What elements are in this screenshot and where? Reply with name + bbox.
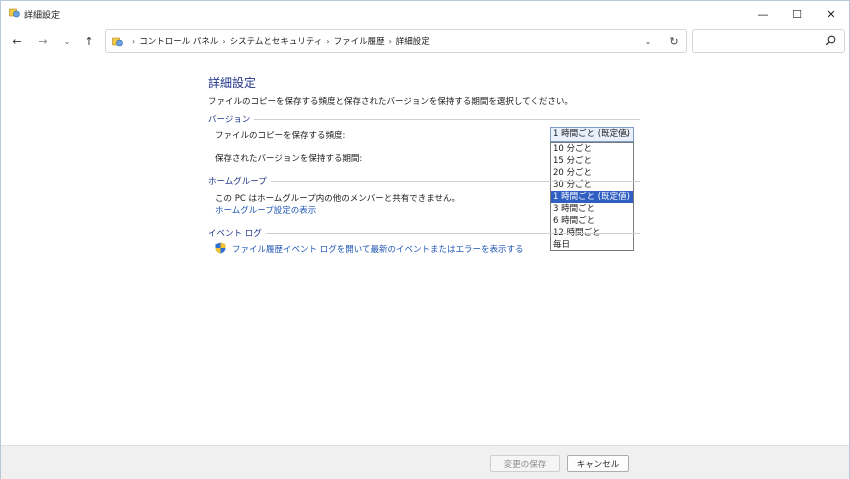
homegroup-header-label: ホームグループ (208, 177, 267, 187)
cancel-button[interactable]: キャンセル (567, 455, 629, 472)
page-description: ファイルのコピーを保存する頻度と保存されたバージョンを保持する期間を選択してくだ… (208, 97, 573, 107)
footer-bar: 変更の保存 キャンセル (1, 445, 849, 479)
save-frequency-option[interactable]: 1 時間ごと (既定値) (551, 191, 633, 203)
breadcrumb-separator-icon: › (132, 36, 136, 46)
search-input[interactable] (692, 29, 845, 53)
minimize-button[interactable]: — (746, 1, 780, 27)
open-event-log-link[interactable]: ファイル履歴イベント ログを開いて最新のイベントまたはエラーを表示する (232, 243, 523, 255)
control-panel-icon (9, 8, 20, 18)
eventlog-header-label: イベント ログ (208, 229, 262, 239)
breadcrumb-separator-icon[interactable]: › (222, 37, 225, 46)
up-arrow-icon[interactable]: ↑ (80, 33, 98, 49)
forward-arrow-icon[interactable]: → (34, 33, 52, 49)
save-frequency-option[interactable]: 毎日 (551, 239, 633, 251)
eventlog-group-header: イベント ログ (208, 227, 640, 239)
breadcrumb: › コントロール パネル › システムとセキュリティ › ファイル履歴 › 詳細… (128, 35, 430, 48)
uac-shield-icon (215, 242, 226, 254)
divider (270, 180, 640, 182)
file-history-advanced-settings-window: 詳細設定 — ☐ ✕ ← → ⌄ ↑ › コントロール パネル › システムとセ… (0, 0, 850, 479)
save-changes-button[interactable]: 変更の保存 (490, 455, 560, 472)
save-frequency-option[interactable]: 10 分ごと (551, 143, 633, 155)
versions-header-label: バージョン (208, 115, 251, 125)
divider (254, 118, 640, 120)
save-frequency-option[interactable]: 3 時間ごと (551, 203, 633, 215)
control-panel-icon (112, 37, 123, 47)
recent-locations-chevron-icon[interactable]: ⌄ (58, 33, 76, 49)
homegroup-group-header: ホームグループ (208, 175, 640, 187)
breadcrumb-item-control-panel[interactable]: コントロール パネル (139, 35, 218, 47)
maximize-button[interactable]: ☐ (780, 1, 814, 27)
breadcrumb-separator-icon[interactable]: › (389, 37, 392, 46)
window-title: 詳細設定 (24, 11, 61, 21)
keep-versions-label: 保存されたバージョンを保持する期間: (215, 154, 363, 164)
back-arrow-icon[interactable]: ← (8, 33, 26, 49)
chevron-down-icon: ⌄ (624, 130, 630, 138)
main-content: 詳細設定 ファイルのコピーを保存する頻度と保存されたバージョンを保持する期間を選… (1, 57, 849, 445)
save-frequency-option[interactable]: 15 分ごと (551, 155, 633, 167)
refresh-icon[interactable]: ↻ (666, 33, 682, 49)
save-frequency-option[interactable]: 6 時間ごと (551, 215, 633, 227)
save-frequency-label: ファイルのコピーを保存する頻度: (215, 131, 346, 141)
divider (265, 232, 640, 234)
close-button[interactable]: ✕ (814, 1, 848, 27)
save-frequency-select[interactable]: 1 時間ごと (既定値) ⌄ (550, 127, 634, 142)
breadcrumb-item-system-security[interactable]: システムとセキュリティ (230, 35, 323, 47)
homegroup-status-text: この PC はホームグループ内の他のメンバーと共有できません。 (215, 194, 460, 204)
title-bar: 詳細設定 — ☐ ✕ (1, 1, 849, 27)
homegroup-settings-link[interactable]: ホームグループ設定の表示 (215, 204, 316, 216)
breadcrumb-separator-icon[interactable]: › (326, 37, 329, 46)
address-bar[interactable]: › コントロール パネル › システムとセキュリティ › ファイル履歴 › 詳細… (105, 29, 687, 53)
versions-group-header: バージョン (208, 113, 640, 125)
breadcrumb-item-advanced-settings[interactable]: 詳細設定 (396, 35, 430, 47)
page-title: 詳細設定 (208, 76, 257, 90)
save-frequency-select-value: 1 時間ごと (既定値) (553, 129, 630, 139)
breadcrumb-item-file-history[interactable]: ファイル履歴 (334, 35, 385, 47)
search-icon[interactable] (825, 35, 836, 46)
address-dropdown-chevron-icon[interactable]: ⌄ (640, 33, 656, 49)
navigation-bar: ← → ⌄ ↑ › コントロール パネル › システムとセキュリティ › ファイ… (1, 27, 849, 55)
